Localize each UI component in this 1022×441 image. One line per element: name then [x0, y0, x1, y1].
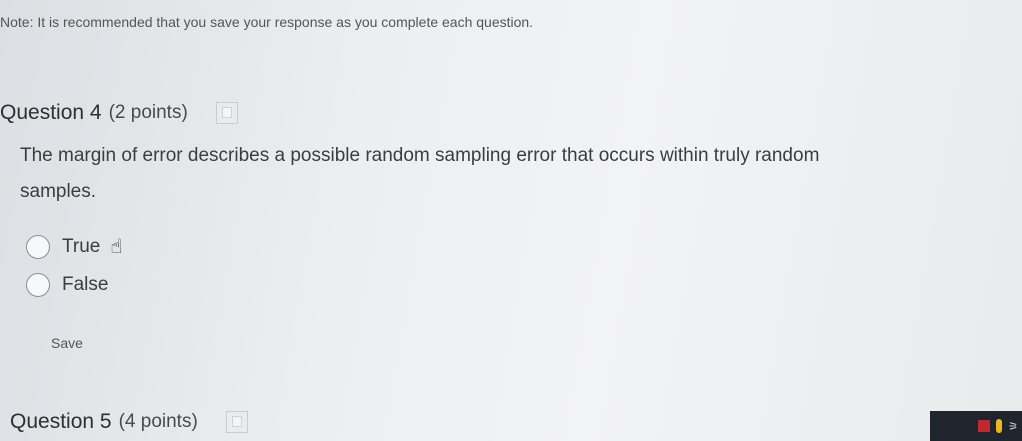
question-5-title: Question 5 [10, 410, 112, 433]
option-false-label[interactable]: False [62, 274, 108, 296]
network-icon[interactable]: ⚞ [1008, 420, 1018, 433]
user-icon[interactable] [996, 419, 1003, 433]
taskbar-tray: ⚞ [930, 411, 1022, 441]
floppy-disk-icon[interactable] [225, 411, 248, 433]
save-button[interactable]: Save [51, 335, 83, 351]
option-true[interactable]: True ☝ [26, 228, 123, 266]
question-5-points: (4 points) [118, 411, 198, 432]
option-true-label[interactable]: True [62, 236, 100, 258]
radio-false[interactable] [26, 273, 50, 297]
question-4-heading: Question 4 (2 points) [0, 101, 238, 125]
question-4-title: Question 4 [0, 101, 102, 124]
question-5-heading: Question 5 (4 points) [10, 410, 248, 434]
pdf-icon[interactable] [978, 420, 991, 432]
hand-pointer-icon: ☝ [110, 236, 123, 258]
radio-true[interactable] [26, 235, 50, 259]
floppy-disk-icon[interactable] [215, 102, 238, 124]
question-4-points: (2 points) [108, 102, 188, 123]
option-false[interactable]: False [26, 266, 123, 304]
answer-options: True ☝ False [26, 228, 123, 304]
save-reminder-note: Note: It is recommended that you save yo… [0, 14, 534, 30]
question-4-text: The margin of error describes a possible… [20, 145, 820, 202]
